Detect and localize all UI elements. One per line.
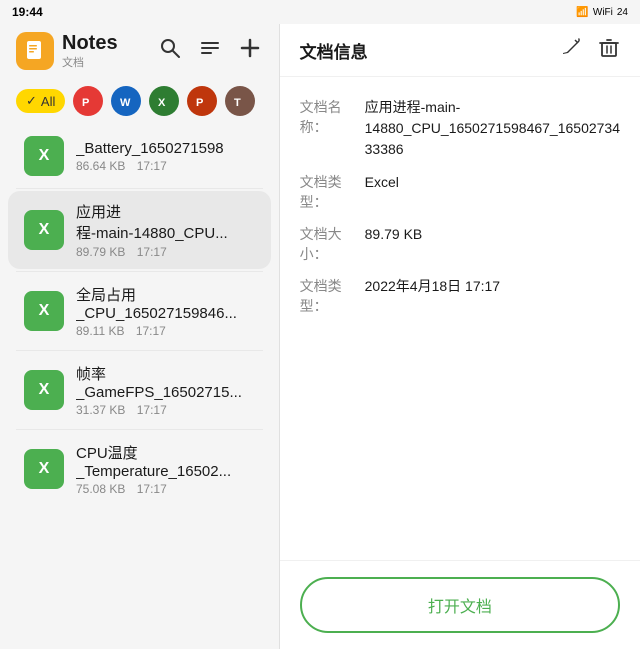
status-right: 📶 WiFi 24 [576, 7, 628, 18]
svg-text:P: P [196, 97, 203, 109]
info-label-type: 文档类型： [300, 172, 365, 212]
filter-pdf[interactable]: P [73, 86, 103, 116]
file-time-fps: 17:17 [137, 403, 167, 417]
file-item-cpu[interactable]: X 应用进 程-main-14880_CPU... 89.79 KB 17:17 [8, 191, 271, 269]
svg-text:W: W [120, 97, 131, 109]
svg-text:X: X [158, 97, 166, 109]
info-label-size: 文档大小： [300, 224, 365, 264]
divider-1 [16, 188, 263, 189]
delete-button[interactable] [598, 36, 620, 64]
file-meta-fps: 31.37 KB 17:17 [76, 403, 255, 417]
divider-4 [16, 429, 263, 430]
file-info-fps: 帧率 _GameFPS_16502715... 31.37 KB 17:17 [76, 363, 255, 417]
app-header: Notes 文档 [0, 24, 279, 78]
info-value-size: 89.79 KB [365, 224, 423, 264]
info-label-name: 文档名称： [300, 97, 365, 160]
doc-info-title: 文档信息 [300, 38, 368, 63]
file-time-cpu: 17:17 [137, 245, 167, 259]
file-item-fps[interactable]: X 帧率 _GameFPS_16502715... 31.37 KB 17:17 [8, 353, 271, 427]
info-row-date: 文档类型： 2022年4月18日 17:17 [300, 276, 620, 316]
file-info-globalcpu: 全局占用 _CPU_165027159846... 89.11 KB 17:17 [76, 284, 255, 338]
file-size-fps: 31.37 KB [76, 403, 125, 417]
file-time-battery: 17:17 [137, 159, 167, 173]
add-button[interactable] [237, 35, 263, 67]
right-header-actions [560, 36, 620, 64]
info-label-date: 文档类型： [300, 276, 365, 316]
file-item-battery[interactable]: X _Battery_1650271598 86.64 KB 17:17 [8, 126, 271, 186]
file-icon-temp: X [24, 449, 64, 489]
file-list: X _Battery_1650271598 86.64 KB 17:17 X 应… [0, 124, 279, 649]
status-bar: 19:44 📶 WiFi 24 [0, 0, 640, 24]
open-doc-button[interactable]: 打开文档 [300, 577, 620, 633]
file-size-battery: 86.64 KB [76, 159, 125, 173]
right-header: 文档信息 [280, 24, 640, 77]
file-icon-globalcpu: X [24, 291, 64, 331]
file-icon-battery: X [24, 136, 64, 176]
app-title-block: Notes 文档 [62, 32, 118, 70]
filter-ppt[interactable]: P [187, 86, 217, 116]
divider-2 [16, 271, 263, 272]
file-meta-temp: 75.08 KB 17:17 [76, 482, 255, 496]
info-value-date: 2022年4月18日 17:17 [365, 276, 500, 316]
file-meta-globalcpu: 89.11 KB 17:17 [76, 324, 255, 338]
app-icon [16, 32, 54, 70]
file-item-temp[interactable]: X CPU温度 _Temperature_16502... 75.08 KB 1… [8, 432, 271, 506]
info-row-size: 文档大小： 89.79 KB [300, 224, 620, 264]
info-row-type: 文档类型： Excel [300, 172, 620, 212]
open-btn-container: 打开文档 [280, 560, 640, 649]
file-name-globalcpu: 全局占用 [76, 284, 255, 305]
header-actions [157, 35, 263, 67]
edit-button[interactable] [560, 36, 582, 64]
file-icon-cpu: X [24, 210, 64, 250]
file-name-temp-2: _Temperature_16502... [76, 463, 255, 480]
battery-level: 24 [617, 7, 628, 18]
filter-txt[interactable]: T [225, 86, 255, 116]
doc-info-content: 文档名称： 应用进程-main-14880_CPU_1650271598467_… [280, 77, 640, 560]
file-info-battery: _Battery_1650271598 86.64 KB 17:17 [76, 140, 255, 173]
filter-all[interactable]: ✓ All [16, 89, 65, 113]
search-button[interactable] [157, 35, 183, 67]
wifi-icon: WiFi [593, 7, 613, 18]
file-name-temp: CPU温度 [76, 442, 255, 463]
filter-excel[interactable]: X [149, 86, 179, 116]
file-size-globalcpu: 89.11 KB [76, 324, 124, 338]
file-item-globalcpu[interactable]: X 全局占用 _CPU_165027159846... 89.11 KB 17:… [8, 274, 271, 348]
file-name-cpu-2: 程-main-14880_CPU... [76, 222, 255, 243]
list-view-button[interactable] [197, 35, 223, 67]
file-size-temp: 75.08 KB [76, 482, 125, 496]
info-value-type: Excel [365, 172, 399, 212]
filter-all-label: All [41, 94, 55, 109]
right-panel: 文档信息 [280, 24, 640, 649]
main-content: Notes 文档 [0, 24, 640, 649]
filter-row: ✓ All P W X P [0, 78, 279, 124]
info-value-name: 应用进程-main-14880_CPU_1650271598467_165027… [365, 97, 620, 160]
file-info-temp: CPU温度 _Temperature_16502... 75.08 KB 17:… [76, 442, 255, 496]
left-panel: Notes 文档 [0, 24, 280, 649]
file-name-cpu: 应用进 [76, 201, 255, 222]
info-row-name: 文档名称： 应用进程-main-14880_CPU_1650271598467_… [300, 97, 620, 160]
file-time-temp: 17:17 [137, 482, 167, 496]
file-icon-fps: X [24, 370, 64, 410]
file-info-cpu: 应用进 程-main-14880_CPU... 89.79 KB 17:17 [76, 201, 255, 259]
divider-3 [16, 350, 263, 351]
file-time-globalcpu: 17:17 [136, 324, 166, 338]
file-name-battery: _Battery_1650271598 [76, 140, 255, 157]
status-time: 19:44 [12, 5, 43, 19]
file-meta-battery: 86.64 KB 17:17 [76, 159, 255, 173]
file-name-fps: 帧率 [76, 363, 255, 384]
svg-text:P: P [82, 97, 89, 109]
svg-text:T: T [234, 97, 241, 109]
app-subtitle: 文档 [62, 54, 118, 70]
filter-word[interactable]: W [111, 86, 141, 116]
file-size-cpu: 89.79 KB [76, 245, 125, 259]
network-indicator: 📶 [576, 7, 588, 18]
file-name-fps-2: _GameFPS_16502715... [76, 384, 255, 401]
check-icon: ✓ [26, 93, 37, 109]
app-title: Notes [62, 32, 118, 54]
file-meta-cpu: 89.79 KB 17:17 [76, 245, 255, 259]
file-name-globalcpu-2: _CPU_165027159846... [76, 305, 255, 322]
